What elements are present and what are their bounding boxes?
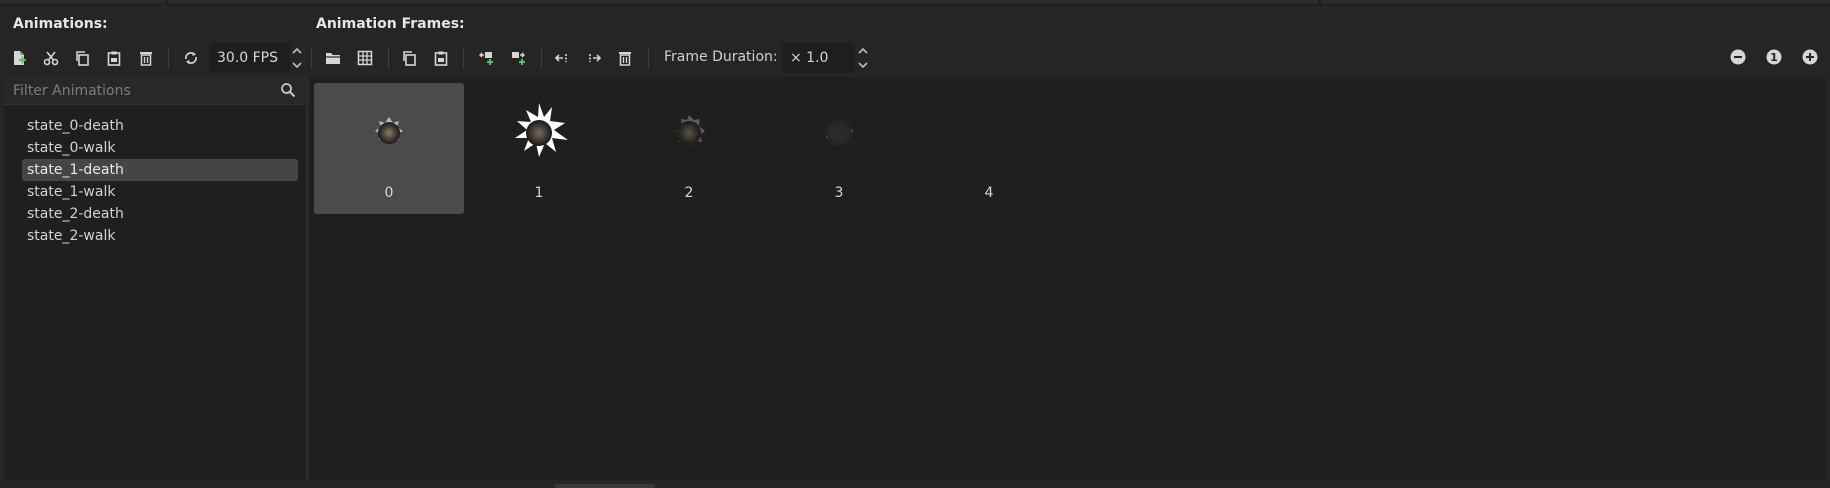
loop-icon [185,52,197,64]
toolbar-separator [541,47,542,69]
load-folder-icon [326,53,340,64]
frame-number: 1 [534,185,544,201]
copy-button[interactable] [69,45,95,71]
zoom-reset-icon: 1 [1766,49,1782,65]
toolbar-separator [388,47,389,69]
loop-toggle-button[interactable] [178,45,204,71]
delete-animation-button[interactable] [133,45,159,71]
search-icon [281,83,296,98]
animation-item-label: state_2-death [27,206,124,222]
frame-thumbnail [515,103,568,157]
paste-frame-button[interactable] [428,45,454,71]
copy-icon [76,51,89,66]
zoom-in-button[interactable] [1801,48,1819,66]
insert-after-icon [512,52,525,65]
delete-icon [619,52,631,66]
animation-item-label: state_2-walk [27,228,116,244]
copy-frame-button[interactable] [396,45,422,71]
delete-icon [140,52,152,66]
animation-item-label: state_1-death [27,162,124,178]
tab-strip-segment [1321,0,1830,4]
animation-item[interactable]: state_2-walk [22,225,298,247]
fps-stepper[interactable] [290,43,304,73]
chevron-up-down-icon [858,47,868,69]
frame-duration-spinbox[interactable]: × 1.0 [782,43,854,73]
tab-strip-segment [0,0,165,4]
tab-strip-segment [168,0,1318,4]
paste-button[interactable] [101,45,127,71]
paste-icon [107,51,121,66]
sprite-grid-icon [357,50,373,66]
animation-item-label: state_0-walk [27,140,116,156]
toolbar-separator [463,47,464,69]
animation-item[interactable]: state_2-death [22,203,298,225]
frame-duration-label: Frame Duration: [664,49,778,65]
paste-icon [434,51,448,66]
move-right-icon [589,54,602,62]
frame-tile-selected[interactable]: 0 [314,83,464,214]
move-frame-right-button[interactable] [581,45,607,71]
animation-item[interactable]: state_1-walk [22,181,298,203]
chevron-up-down-icon [292,47,302,69]
frame-thumbnail [375,117,403,144]
zoom-out-button[interactable] [1729,48,1747,66]
frame-thumbnail [826,120,853,146]
insert-frame-before-button[interactable] [473,45,499,71]
toolbar-separator [311,47,312,69]
insert-before-icon [479,52,493,65]
insert-frame-after-button[interactable] [505,45,531,71]
zoom-out-icon [1730,49,1746,65]
filter-animations-input[interactable] [11,80,275,102]
frame-tile[interactable]: 1 [464,83,614,214]
zoom-in-icon [1802,49,1818,65]
top-strip [0,0,1830,5]
move-frame-left-button[interactable] [549,45,575,71]
frame-tile[interactable]: 2 [614,83,764,214]
frame-number: 0 [384,185,394,201]
frame-number: 3 [834,185,844,201]
filter-animations-box[interactable] [4,77,306,105]
frame-tile[interactable]: 3 [764,83,914,214]
animation-item[interactable]: state_0-walk [22,137,298,159]
new-animation-button[interactable] [6,45,32,71]
new-animation-icon [14,51,26,65]
load-from-folder-button[interactable] [320,45,346,71]
move-left-icon [554,54,567,62]
zoom-reset-label: 1 [1770,51,1778,64]
frame-number: 2 [684,185,694,201]
toolbar-separator [168,47,169,69]
animations-header: Animations: [13,16,108,32]
fps-spinbox[interactable]: 30.0 FPS [209,43,290,73]
zoom-reset-button[interactable]: 1 [1765,48,1783,66]
animation-item-label: state_1-walk [27,184,116,200]
resize-grip[interactable] [555,484,655,488]
add-from-spritesheet-button[interactable] [352,45,378,71]
animation-list: state_0-death state_0-walk state_1-death… [22,115,298,247]
animation-item-selected[interactable]: state_1-death [22,159,298,181]
animation-item-label: state_0-death [27,118,124,134]
delete-frame-button[interactable] [612,45,638,71]
frame-thumbnail [676,115,705,146]
bottom-bar [0,480,1830,488]
animation-item[interactable]: state_0-death [22,115,298,137]
frame-duration-value: × 1.0 [790,50,829,66]
frame-number: 4 [984,185,994,201]
cut-button[interactable] [38,45,64,71]
frame-tile[interactable]: 4 [914,83,1064,214]
cut-icon [43,51,59,66]
animation-frames-header: Animation Frames: [316,16,465,32]
fps-value: 30.0 FPS [217,50,279,66]
copy-icon [403,51,416,66]
frame-duration-stepper[interactable] [856,43,870,73]
toolbar-separator [648,47,649,69]
